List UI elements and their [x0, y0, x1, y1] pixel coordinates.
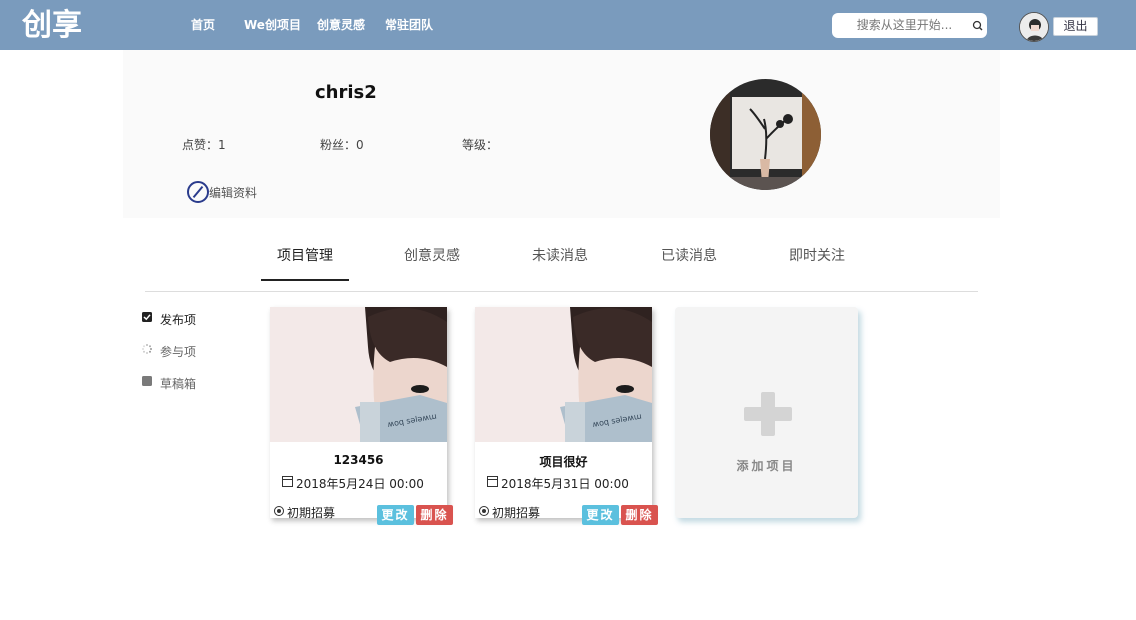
nav-creative-inspiration[interactable]: 创意灵感: [317, 16, 365, 33]
square-icon: [142, 376, 152, 386]
svg-text:创享: 创享: [21, 8, 82, 43]
edit-project-button[interactable]: 更改: [582, 505, 619, 525]
add-project-label: 添加项目: [736, 459, 797, 473]
tab-project-management[interactable]: 项目管理: [277, 245, 333, 265]
profile-username: chris2: [315, 82, 377, 103]
project-stage-text: 初期招募: [287, 506, 336, 520]
search-box: [832, 13, 987, 38]
delete-project-button[interactable]: 删除: [621, 505, 658, 525]
add-project-card[interactable]: 添加项目: [675, 307, 858, 518]
checkbox-checked-icon: [142, 312, 152, 322]
nav-resident-team[interactable]: 常驻团队: [385, 16, 433, 33]
edit-icon: [187, 181, 209, 203]
fans-count: 粉丝：0: [320, 138, 364, 152]
project-date-text: 2018年5月31日 00:00: [501, 477, 629, 491]
project-cover-image: ʍoq sǝlǝʍɯ: [475, 307, 652, 442]
profile-tabs: 项目管理 创意灵感 未读消息 已读消息 即时关注: [145, 232, 978, 292]
tab-creative-inspiration[interactable]: 创意灵感: [404, 245, 460, 265]
project-card[interactable]: ʍoq sǝlǝʍɯ 123456 2018年5月24日 00:00 初期招募 …: [270, 307, 453, 525]
active-tab-indicator: [261, 279, 349, 281]
dot-circle-icon: [274, 506, 284, 516]
filter-label: 草稿箱: [160, 377, 197, 391]
search-input[interactable]: [842, 16, 967, 34]
project-title: 123456: [333, 453, 384, 467]
project-title: 项目很好: [539, 455, 588, 469]
plus-icon: [744, 392, 792, 436]
user-avatar[interactable]: [1019, 12, 1049, 42]
calendar-icon: [487, 476, 498, 487]
project-card[interactable]: ʍoq sǝlǝʍɯ 项目很好 2018年5月31日 00:00 初期招募 更改…: [475, 307, 658, 525]
tab-read-messages[interactable]: 已读消息: [661, 245, 717, 265]
likes-count: 点赞：1: [182, 138, 226, 152]
search-icon[interactable]: [971, 19, 985, 33]
delete-project-button[interactable]: 删除: [416, 505, 453, 525]
tab-unread-messages[interactable]: 未读消息: [532, 245, 588, 265]
profile-panel: chris2 点赞：1 粉丝：0 等级： 编辑资料: [123, 50, 1000, 218]
edit-project-button[interactable]: 更改: [377, 505, 414, 525]
filter-label: 发布项: [160, 313, 197, 327]
logout-button[interactable]: 退出: [1053, 17, 1098, 36]
logo[interactable]: 创享: [20, 4, 106, 44]
nav-home[interactable]: 首页: [191, 16, 215, 33]
spinner-icon: [142, 344, 152, 354]
level: 等级：: [462, 138, 499, 152]
calendar-icon: [282, 476, 293, 487]
dot-circle-icon: [479, 506, 489, 516]
project-date-text: 2018年5月24日 00:00: [296, 477, 424, 491]
project-stage-text: 初期招募: [492, 506, 541, 520]
top-navbar: 创享 首页 We创项目 创意灵感 常驻团队 退出: [0, 0, 1136, 50]
edit-profile-label: 编辑资料: [209, 186, 258, 200]
tab-instant-follow[interactable]: 即时关注: [789, 245, 845, 265]
filter-label: 参与项: [160, 345, 197, 359]
project-cover-image: ʍoq sǝlǝʍɯ: [270, 307, 447, 442]
nav-we-projects[interactable]: We创项目: [244, 16, 301, 33]
profile-avatar: [710, 79, 821, 190]
